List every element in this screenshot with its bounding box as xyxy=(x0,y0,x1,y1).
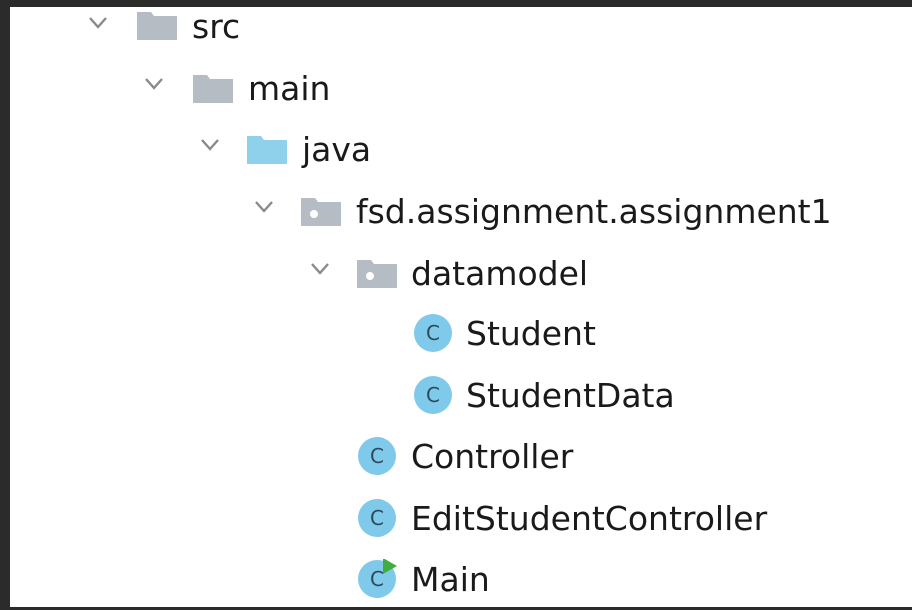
package-icon xyxy=(357,260,397,288)
svg-text:C: C xyxy=(370,444,384,468)
chevron-down-icon[interactable] xyxy=(87,12,109,34)
package-icon xyxy=(301,198,341,226)
class-icon: C xyxy=(414,376,452,414)
svg-text:C: C xyxy=(426,383,440,407)
tree-node-datamodel[interactable]: datamodel xyxy=(10,249,912,297)
tree-node-label: StudentData xyxy=(466,376,675,415)
tree-node-studentdata[interactable]: C StudentData xyxy=(10,372,912,420)
main-class-icon: C xyxy=(358,559,397,598)
class-icon: C xyxy=(414,314,452,352)
svg-text:C: C xyxy=(370,506,384,530)
project-tree: src main java fsd.assignment.assignment1… xyxy=(10,7,912,607)
tree-node-label: fsd.assignment.assignment1 xyxy=(356,192,832,231)
tree-node-label: main xyxy=(248,69,331,108)
tree-node-java[interactable]: java xyxy=(10,125,912,173)
class-icon: C xyxy=(358,437,396,475)
svg-text:C: C xyxy=(370,567,384,591)
class-icon: C xyxy=(358,499,396,537)
tree-node-src[interactable]: src xyxy=(10,7,912,55)
chevron-down-icon[interactable] xyxy=(199,134,221,156)
tree-node-controller[interactable]: C Controller xyxy=(10,433,912,481)
chevron-down-icon[interactable] xyxy=(143,73,165,95)
tree-node-main-class[interactable]: C Main xyxy=(10,556,912,604)
folder-icon xyxy=(193,75,233,103)
tree-node-student[interactable]: C Student xyxy=(10,310,912,358)
source-folder-icon xyxy=(247,136,287,164)
tree-node-label: Main xyxy=(411,560,490,599)
tree-node-package-root[interactable]: fsd.assignment.assignment1 xyxy=(10,187,912,235)
tree-node-editstudentcontroller[interactable]: C EditStudentController xyxy=(10,495,912,543)
tree-node-label: java xyxy=(302,130,372,169)
tree-node-label: EditStudentController xyxy=(411,499,768,538)
tree-node-main[interactable]: main xyxy=(10,64,912,112)
svg-text:C: C xyxy=(426,321,440,345)
window-frame: src main java fsd.assignment.assignment1… xyxy=(0,0,912,610)
chevron-down-icon[interactable] xyxy=(253,196,275,218)
tree-node-label: datamodel xyxy=(411,254,589,293)
folder-icon xyxy=(137,12,177,40)
tree-node-label: src xyxy=(192,7,241,46)
tree-node-label: Student xyxy=(466,314,596,353)
tree-node-label: Controller xyxy=(411,437,574,476)
chevron-down-icon[interactable] xyxy=(309,258,331,280)
